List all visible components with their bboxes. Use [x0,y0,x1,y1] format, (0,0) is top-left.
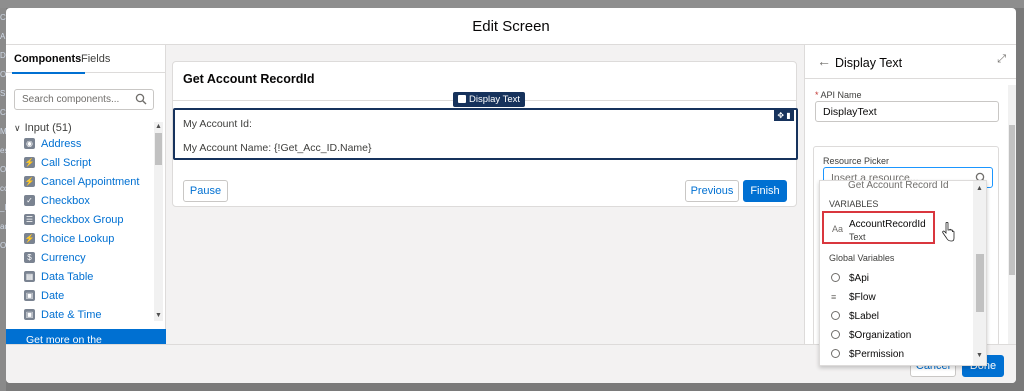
currency-icon: $ [24,252,35,263]
resource-picker-label: Resource Picker [823,156,890,166]
expand-icon[interactable]: ⤢ [997,53,1006,66]
component-label: Choice Lookup [41,232,115,245]
global-label: $Api [849,273,870,284]
address-icon: ◉ [24,138,35,149]
dropdown-scrollbar[interactable]: ▲ ▼ [973,181,986,365]
scroll-down-icon[interactable]: ▼ [976,352,983,359]
components-list: ◉ Address ⚡ Call Script ⚡ Cancel Appointmen… [24,134,149,324]
tab-fields[interactable]: Fields [81,53,110,65]
previous-button[interactable]: Previous [685,180,739,202]
component-data-table[interactable]: ▦ Data Table [24,267,149,286]
scrollbar-thumb[interactable] [155,133,162,165]
global-label: $Flow [849,292,876,303]
finish-button[interactable]: Finish [743,180,787,202]
global-label: $Organization [849,330,912,341]
scrollbar-thumb[interactable] [976,254,984,312]
highlight-box [822,211,935,244]
component-label: Call Script [41,156,92,169]
scroll-up-icon[interactable]: ▲ [155,123,162,130]
properties-title: Display Text [835,56,903,70]
flash-icon: ⚡ [24,157,35,168]
table-icon: ▦ [24,271,35,282]
display-text-badge: Display Text [453,92,526,107]
globe-icon [831,349,840,358]
component-label: Address [41,137,82,150]
search-components-input[interactable]: Search components... [14,89,154,110]
tab-components[interactable]: Components [11,53,86,74]
component-label: Date & Time [41,308,102,321]
global-api[interactable]: $Api› [831,273,985,284]
component-choice-lookup[interactable]: ⚡ Choice Lookup [24,229,149,248]
scroll-down-icon[interactable]: ▼ [155,312,162,319]
global-variables-header: Global Variables [829,253,895,263]
component-label: Checkbox [41,194,90,207]
section-label: Input (51) [24,122,72,134]
globe-icon [831,273,840,282]
component-checkbox[interactable]: ✓ Checkbox [24,191,149,210]
global-label: $Label [849,311,880,322]
component-label: Data Table [41,270,94,283]
global-flow[interactable]: ≡$Flow› [831,292,985,303]
api-label-text: API Name [820,90,862,100]
global-organization[interactable]: $Organization› [831,330,985,341]
component-date[interactable]: ▣ Date [24,286,149,305]
screen-card: Get Account RecordId ✥ ▮ My Account Id: … [172,61,798,207]
pause-button[interactable]: Pause [183,180,228,202]
checkbox-group-icon: ☰ [24,214,35,225]
search-icon [135,93,147,105]
datetime-icon: ▣ [24,309,35,320]
component-label: Checkbox Group [41,213,124,226]
flash-icon: ⚡ [24,233,35,244]
component-cancel-appointment[interactable]: ⚡ Cancel Appointment [24,172,149,191]
scrollbar-thumb[interactable] [1009,125,1015,275]
components-scrollbar[interactable]: ▲ ▼ [154,122,163,321]
globe-icon [831,311,840,320]
modal-title: Edit Screen [6,8,1016,45]
component-checkbox-group[interactable]: ☰ Checkbox Group [24,210,149,229]
component-call-script[interactable]: ⚡ Call Script [24,153,149,172]
background-strip [0,0,1024,8]
badge-label: Display Text [469,94,521,105]
display-text-icon [458,95,466,103]
global-permission[interactable]: $Permission› [831,349,985,360]
flash-icon: ⚡ [24,176,35,187]
screen-canvas: Get Account RecordId ✥ ▮ My Account Id: … [166,45,804,344]
dropdown-item-get-account[interactable]: Get Account Record Id [848,181,986,191]
scroll-up-icon[interactable]: ▲ [976,185,983,192]
component-label: Date [41,289,65,302]
hand-cursor-icon [942,222,955,242]
chevron-down-icon: ∨ [14,123,21,133]
global-label-item[interactable]: $Label› [831,311,985,322]
display-line-account-name: My Account Name: {!Get_Acc_ID.Name} [183,142,372,154]
properties-header: ← Display Text ⤢ [805,45,1016,79]
component-address[interactable]: ◉ Address [24,134,149,153]
input-section-header[interactable]: ∨ Input (51) [14,122,72,134]
display-text-component[interactable]: ✥ ▮ My Account Id: My Account Name: {!Ge… [173,108,798,160]
api-name-label: * API Name [815,90,862,100]
date-icon: ▣ [24,290,35,301]
component-toolbar[interactable]: ✥ ▮ [774,110,794,121]
flow-icon: ≡ [831,292,837,302]
variables-header: VARIABLES [829,199,879,209]
panel-tabs: Components Fields [6,45,165,74]
component-label: Cancel Appointment [41,175,140,188]
properties-scrollbar[interactable] [1008,85,1016,355]
move-icon[interactable]: ✥ [777,111,784,120]
components-panel: Components Fields Search components... ∨… [6,45,166,368]
globe-icon [831,330,840,339]
back-arrow-icon[interactable]: ← [817,53,831,69]
component-date-time[interactable]: ▣ Date & Time [24,305,149,324]
component-currency[interactable]: $ Currency [24,248,149,267]
resource-dropdown: Get Account Record Id VARIABLES Aa Accou… [819,180,987,366]
global-label: $Permission [849,349,905,360]
search-placeholder: Search components... [22,94,120,105]
checkbox-icon: ✓ [24,195,35,206]
api-name-input[interactable]: DisplayText [815,101,999,122]
screen-title: Get Account RecordId [183,72,315,86]
required-marker: * [815,90,819,100]
component-label: Currency [41,251,86,264]
display-line-account-id: My Account Id: [183,118,252,130]
delete-icon[interactable]: ▮ [786,111,790,120]
